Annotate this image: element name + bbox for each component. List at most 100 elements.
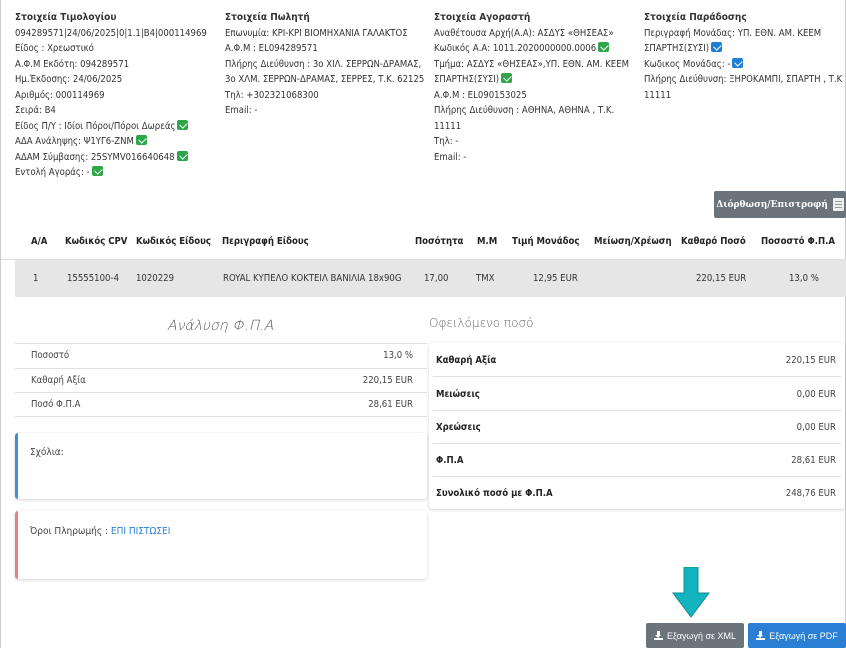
issue-date: Ημ.Έκδοσης: 24/06/2025 xyxy=(15,74,123,85)
owed-vat-label: Φ.Π.Α xyxy=(436,455,464,466)
divider xyxy=(433,410,841,411)
divider xyxy=(15,392,427,393)
edit-dept-icon[interactable] xyxy=(501,73,513,83)
divider xyxy=(15,343,427,344)
seller-details-title: Στοιχεία Πωλητή xyxy=(225,12,310,23)
invoice-number: Αριθμός: 000114969 xyxy=(15,89,105,101)
invoice-series: Σειρά: B4 xyxy=(15,105,56,116)
delivery-unit-1: Περιγραφή Μονάδας: ΥΠ. ΕΘΝ. ΑΜ. ΚΕΕΜ xyxy=(644,27,822,39)
owed-net-label: Καθαρή Αξία xyxy=(436,355,497,366)
vat-amount-label: Ποσό Φ.Π.Α xyxy=(31,399,81,410)
table-row[interactable]: 1 15555100-4 1020229 ROYAL ΚΥΠΕΛΟ ΚΟΚΤΕΙ… xyxy=(15,260,846,297)
owed-amount-title: Οφειλόμενο ποσό xyxy=(429,316,534,330)
vat-net-value: 220,15 EUR xyxy=(362,375,413,386)
export-pdf-label: Εξαγωγή σε PDF xyxy=(769,630,838,641)
buyer-details: Στοιχεία Αγοραστή Αναθέτουσα Αρχή(Α.Α): … xyxy=(434,10,639,165)
buyer-dept-2-row: ΣΠΑΡΤΗΣ(ΣΥΣΙ) xyxy=(434,72,639,88)
owed-row-charges: Χρεώσεις 0,00 EUR xyxy=(436,422,836,433)
col-net: Καθαρό Ποσό xyxy=(681,236,746,247)
divider xyxy=(433,376,841,377)
correction-return-button[interactable]: Διόρθωση/Επιστροφή xyxy=(714,191,846,218)
vat-row-rate: Ποσοστό 13,0 % xyxy=(31,350,413,361)
budget-type: Είδος Π/Υ : Ιδίοι Πόροι/Πόροι Δωρεάς xyxy=(15,120,176,132)
buyer-dept-2: ΣΠΑΡΤΗΣ(ΣΥΣΙ) xyxy=(434,74,500,85)
row-unit-price: 12,95 EUR xyxy=(533,273,578,284)
buyer-afm: Α.Φ.Μ : EL090153025 xyxy=(434,89,527,101)
buyer-aa-code: Κωδικός Α.Α: 1011.2020000000.0006 xyxy=(434,43,597,54)
vat-rate-value: 13,0 % xyxy=(383,350,413,361)
purchase-order-row: Εντολή Αγοράς: - xyxy=(15,165,220,181)
payment-terms-row: Όροι Πληρωμής : ΕΠΙ ΠΙΣΤΩΣΕΙ xyxy=(30,526,170,537)
delivery-unit-2-row: ΣΠΑΡΤΗΣ(ΣΥΣΙ) xyxy=(644,41,846,57)
edit-ada-commit-icon[interactable] xyxy=(135,135,147,145)
comments-label: Σχόλια: xyxy=(30,447,64,458)
owed-vat-value: 28,61 EUR xyxy=(791,455,836,466)
delivery-unit-2: ΣΠΑΡΤΗΣ(ΣΥΣΙ) xyxy=(644,43,710,54)
col-discount: Μείωση/Χρέωση xyxy=(594,236,672,247)
edit-delivery-unit-icon[interactable] xyxy=(711,42,723,52)
document-edit-icon xyxy=(832,198,844,211)
seller-name: Επωνυμία: ΚΡΙ-ΚΡΙ ΒΙΟΜΗΧΑΝΙΑ ΓΑΛΑΚΤΟΣ xyxy=(225,27,408,39)
edit-purchase-order-icon[interactable] xyxy=(91,166,103,176)
invoice-details: Στοιχεία Τιμολογίου 094289571|24/06/2025… xyxy=(15,10,220,181)
edit-unit-code-icon[interactable] xyxy=(732,57,744,68)
row-vat-pct: 13,0 % xyxy=(789,273,819,284)
seller-details: Στοιχεία Πωλητή Επωνυμία: ΚΡΙ-ΚΡΙ ΒΙΟΜΗΧ… xyxy=(225,10,430,119)
seller-afm: Α.Φ.Μ : EL094289571 xyxy=(225,43,318,54)
row-cpv: 15555100-4 xyxy=(67,273,120,284)
edit-adam-contract-icon[interactable] xyxy=(176,150,188,161)
col-unit-price: Τιμή Μονάδος xyxy=(512,236,580,247)
owed-discounts-label: Μειώσεις xyxy=(436,389,480,400)
row-item-code: 1020229 xyxy=(136,273,175,284)
divider xyxy=(433,476,841,477)
seller-address-1: Πλήρης Διεύθυνση : 3ο ΧΙΛ. ΣΕΡΡΩΝ-ΔΡΑΜΑΣ… xyxy=(225,58,422,70)
edit-aa-code-icon[interactable] xyxy=(598,42,610,52)
edit-budget-type-icon[interactable] xyxy=(177,119,189,130)
ada-commit-row: ΑΔΑ Ανάληψης: Ψ1ΥΓ6-ΖΝΜ xyxy=(15,134,220,150)
row-unit: TMX xyxy=(476,273,495,284)
owed-charges-label: Χρεώσεις xyxy=(436,422,481,433)
col-description: Περιγραφή Είδους xyxy=(222,236,309,247)
comments-card[interactable]: Σχόλια: xyxy=(15,433,427,499)
delivery-details-title: Στοιχεία Παράδοσης xyxy=(644,12,747,23)
issuer-afm: Α.Φ.Μ Εκδότη: 094289571 xyxy=(15,58,130,70)
owed-row-vat: Φ.Π.Α 28,61 EUR xyxy=(436,455,836,466)
col-unit: Μ.Μ xyxy=(477,236,498,247)
adam-contract: ΑΔΑΜ Σύμβασης: 25SYMV016640648 xyxy=(15,151,175,163)
download-icon xyxy=(653,631,663,640)
export-pdf-button[interactable]: Εξαγωγή σε PDF xyxy=(748,623,846,648)
invoice-type: Είδος : Χρεωστικό xyxy=(15,43,94,54)
buyer-aa-code-row: Κωδικός Α.Α: 1011.2020000000.0006 xyxy=(434,41,639,57)
payment-terms-label: Όροι Πληρωμής : xyxy=(30,526,109,537)
vat-analysis-title: Ανάλυση Φ.Π.Α xyxy=(167,318,274,334)
divider xyxy=(15,368,427,369)
invoice-mark: 094289571|24/06/2025|0|1.1|B4|000114969 xyxy=(15,27,207,39)
buyer-authority: Αναθέτουσα Αρχή(Α.Α): ΑΣΔΥΣ «ΘΗΣΕΑΣ» xyxy=(434,27,614,39)
delivery-address-2: 11111 xyxy=(644,89,672,101)
vat-amount-value: 28,61 EUR xyxy=(368,399,413,410)
divider xyxy=(433,443,841,444)
buyer-address-2: 11111 xyxy=(434,120,462,132)
arrow-down-icon xyxy=(672,567,710,618)
col-aa: Α/Α xyxy=(31,236,48,247)
ada-commit: ΑΔΑ Ανάληψης: Ψ1ΥΓ6-ΖΝΜ xyxy=(15,136,134,147)
purchase-order: Εντολή Αγοράς: - xyxy=(15,167,90,178)
col-item-code: Κωδικός Είδους xyxy=(136,236,211,247)
divider xyxy=(15,416,427,417)
invoice-page: Στοιχεία Τιμολογίου 094289571|24/06/2025… xyxy=(0,0,846,648)
col-quantity: Ποσότητα xyxy=(415,236,464,247)
owed-total-value: 248,76 EUR xyxy=(785,488,836,499)
owed-row-total: Συνολικό ποσό με Φ.Π.Α 248,76 EUR xyxy=(436,488,836,499)
delivery-address-1: Πλήρης Διεύθυνση: ΞΗΡΟΚΑΜΠΙ, ΣΠΑΡΤΗ , Τ.… xyxy=(644,74,843,85)
owed-net-value: 220,15 EUR xyxy=(785,355,836,366)
col-vat-pct: Ποσοστό Φ.Π.Α xyxy=(761,236,836,247)
vat-net-label: Καθαρή Αξία xyxy=(31,375,86,386)
delivery-unit-code-row: Κωδικος Μονάδας: - xyxy=(644,57,846,73)
owed-total-label: Συνολικό ποσό με Φ.Π.Α xyxy=(436,488,553,499)
seller-phone: Τηλ: +302321068300 xyxy=(225,89,319,101)
payment-terms-card: Όροι Πληρωμής : ΕΠΙ ΠΙΣΤΩΣΕΙ xyxy=(15,511,427,579)
export-xml-button[interactable]: Εξαγωγή σε XML xyxy=(646,623,744,648)
row-aa: 1 xyxy=(33,273,39,284)
buyer-phone: Τηλ: - xyxy=(434,136,459,147)
owed-row-discounts: Μειώσεις 0,00 EUR xyxy=(436,389,836,400)
